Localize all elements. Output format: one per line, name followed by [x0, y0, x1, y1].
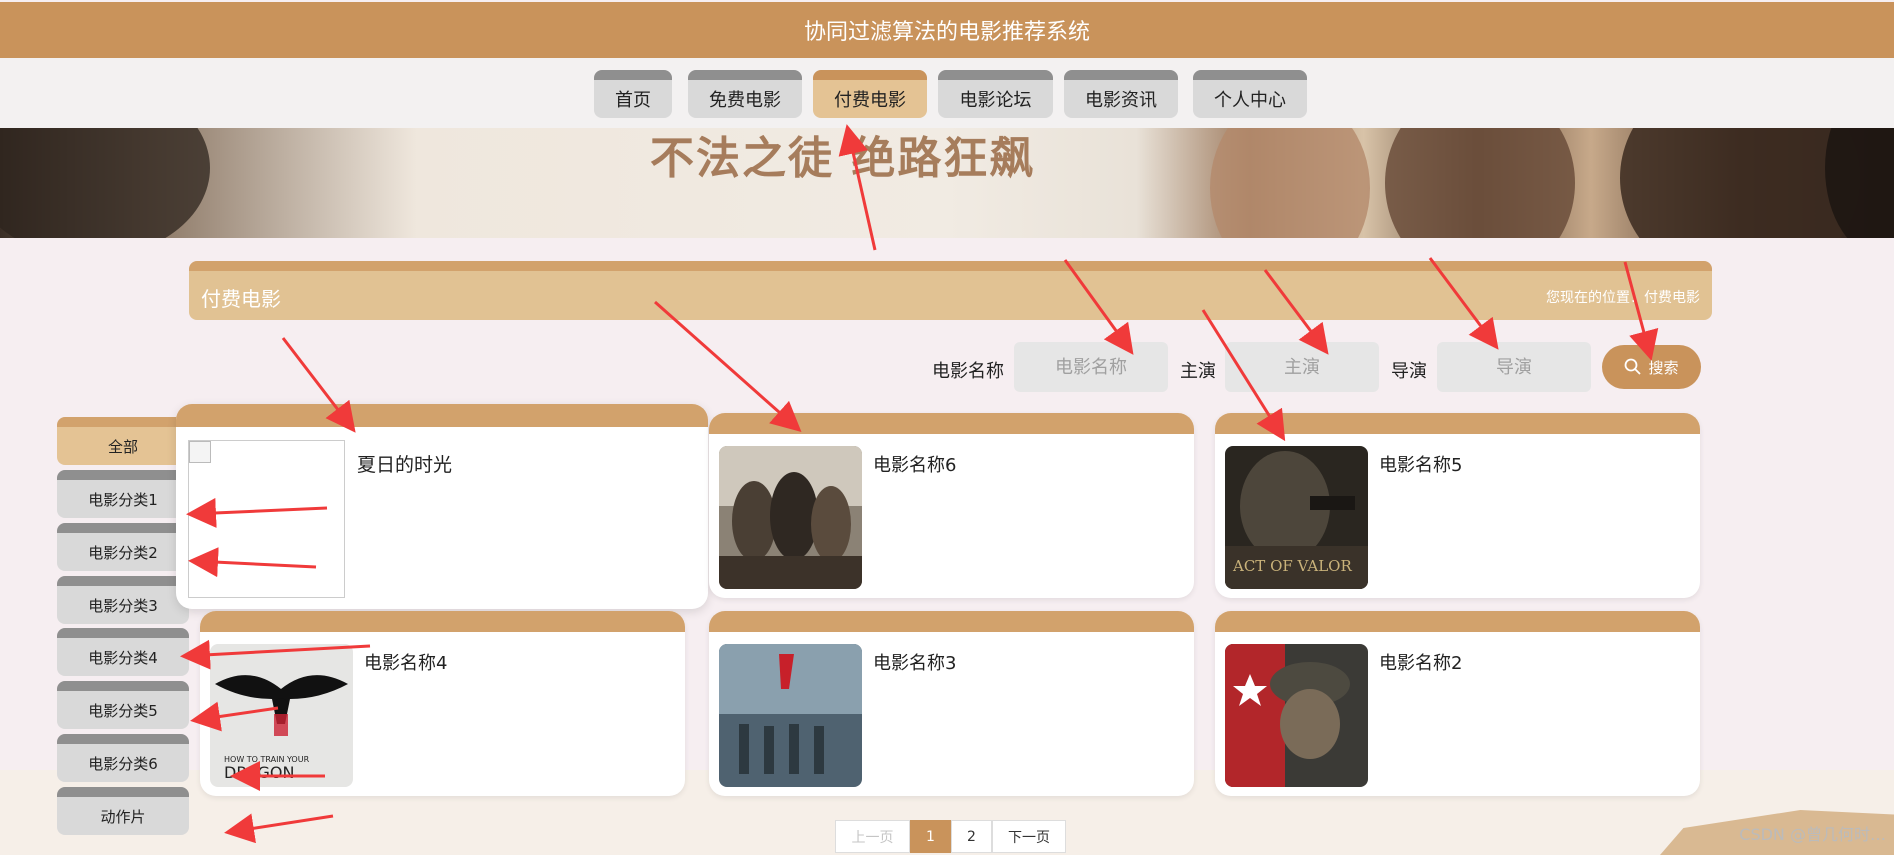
category-1[interactable]: 电影分类1: [57, 470, 189, 518]
director-input[interactable]: [1437, 342, 1591, 392]
section-title: 付费电影: [201, 287, 281, 311]
svg-text:DRAGON: DRAGON: [224, 763, 294, 782]
search-icon: [1625, 358, 1642, 375]
movie-poster[interactable]: [1225, 644, 1368, 787]
movie-title[interactable]: 电影名称2: [1379, 649, 1462, 675]
movie-poster[interactable]: HOW TO TRAIN YOUR DRAGON: [210, 644, 353, 787]
soldier-poster-image: [1225, 644, 1368, 787]
category-5[interactable]: 电影分类5: [57, 681, 189, 729]
dragon-poster-image: HOW TO TRAIN YOUR DRAGON: [210, 644, 353, 787]
movie-card[interactable]: HOW TO TRAIN YOUR DRAGON 电影名称4: [200, 611, 685, 796]
broken-image-icon: [189, 441, 211, 463]
movie-name-input[interactable]: [1014, 342, 1168, 392]
movie-card[interactable]: 电影名称2: [1215, 611, 1700, 796]
act-of-valor-poster-image: ACT OF VALOR: [1225, 446, 1368, 589]
director-label: 导演: [1391, 361, 1427, 382]
main-nav: 首页 免费电影 付费电影 电影论坛 电影资讯 个人中心: [0, 58, 1894, 128]
card-header-strip: [200, 611, 685, 632]
prev-page-button[interactable]: 上一页: [835, 820, 910, 853]
card-header-strip: [1215, 611, 1700, 632]
movie-card[interactable]: ACT OF VALOR 电影名称5: [1215, 413, 1700, 598]
banner-faces-illustration: [0, 128, 1894, 238]
nav-free-movies[interactable]: 免费电影: [688, 70, 802, 118]
broken-poster-image[interactable]: [188, 440, 345, 598]
category-2[interactable]: 电影分类2: [57, 523, 189, 571]
movie-title[interactable]: 电影名称3: [873, 649, 956, 675]
page-1-button[interactable]: 1: [910, 820, 951, 853]
page-2-button[interactable]: 2: [951, 820, 992, 853]
movie-poster[interactable]: [719, 446, 862, 589]
category-3[interactable]: 电影分类3: [57, 576, 189, 624]
search-button-label: 搜索: [1648, 358, 1679, 377]
pagination: 上一页 1 2 下一页: [835, 820, 1066, 853]
card-header-strip: [1215, 413, 1700, 434]
nav-home[interactable]: 首页: [594, 70, 672, 118]
category-all[interactable]: 全部: [57, 417, 189, 465]
war-drama-poster-image: [719, 446, 862, 589]
breadcrumb: 您现在的位置：付费电影: [1546, 290, 1700, 306]
movie-card[interactable]: 夏日的时光: [176, 404, 708, 609]
movie-poster[interactable]: [719, 644, 862, 787]
movie-card[interactable]: 电影名称3: [709, 611, 1194, 796]
category-action[interactable]: 动作片: [57, 787, 189, 835]
movie-card[interactable]: 电影名称6: [709, 413, 1194, 598]
search-button[interactable]: 搜索: [1602, 345, 1701, 389]
nav-movie-forum[interactable]: 电影论坛: [938, 70, 1053, 118]
nav-user-center[interactable]: 个人中心: [1193, 70, 1307, 118]
actor-label: 主演: [1180, 361, 1216, 382]
movie-title[interactable]: 电影名称6: [873, 451, 956, 477]
card-header-strip: [709, 611, 1194, 632]
app-title: 协同过滤算法的电影推荐系统: [803, 20, 1090, 45]
app-title-bar: 协同过滤算法的电影推荐系统: [0, 2, 1894, 58]
watermark: CSDN @曾几何时…: [1739, 825, 1886, 844]
movie-title[interactable]: 电影名称5: [1379, 451, 1462, 477]
nav-paid-movies[interactable]: 付费电影: [813, 70, 927, 118]
card-header-strip: [176, 404, 708, 427]
svg-text:ACT OF VALOR: ACT OF VALOR: [1232, 557, 1352, 575]
nav-movie-news[interactable]: 电影资讯: [1064, 70, 1178, 118]
movie-name-label: 电影名称: [932, 361, 1004, 382]
category-6[interactable]: 电影分类6: [57, 734, 189, 782]
next-page-button[interactable]: 下一页: [992, 820, 1066, 853]
movie-title[interactable]: 夏日的时光: [357, 450, 452, 477]
movie-title[interactable]: 电影名称4: [364, 649, 447, 675]
section-header: 付费电影 您现在的位置：付费电影: [189, 261, 1712, 320]
card-header-strip: [709, 413, 1194, 434]
actor-input[interactable]: [1225, 342, 1379, 392]
hero-banner: 不法之徒 绝路狂飙: [0, 128, 1894, 238]
category-4[interactable]: 电影分类4: [57, 628, 189, 676]
movie-poster[interactable]: ACT OF VALOR: [1225, 446, 1368, 589]
military-parade-poster-image: [719, 644, 862, 787]
